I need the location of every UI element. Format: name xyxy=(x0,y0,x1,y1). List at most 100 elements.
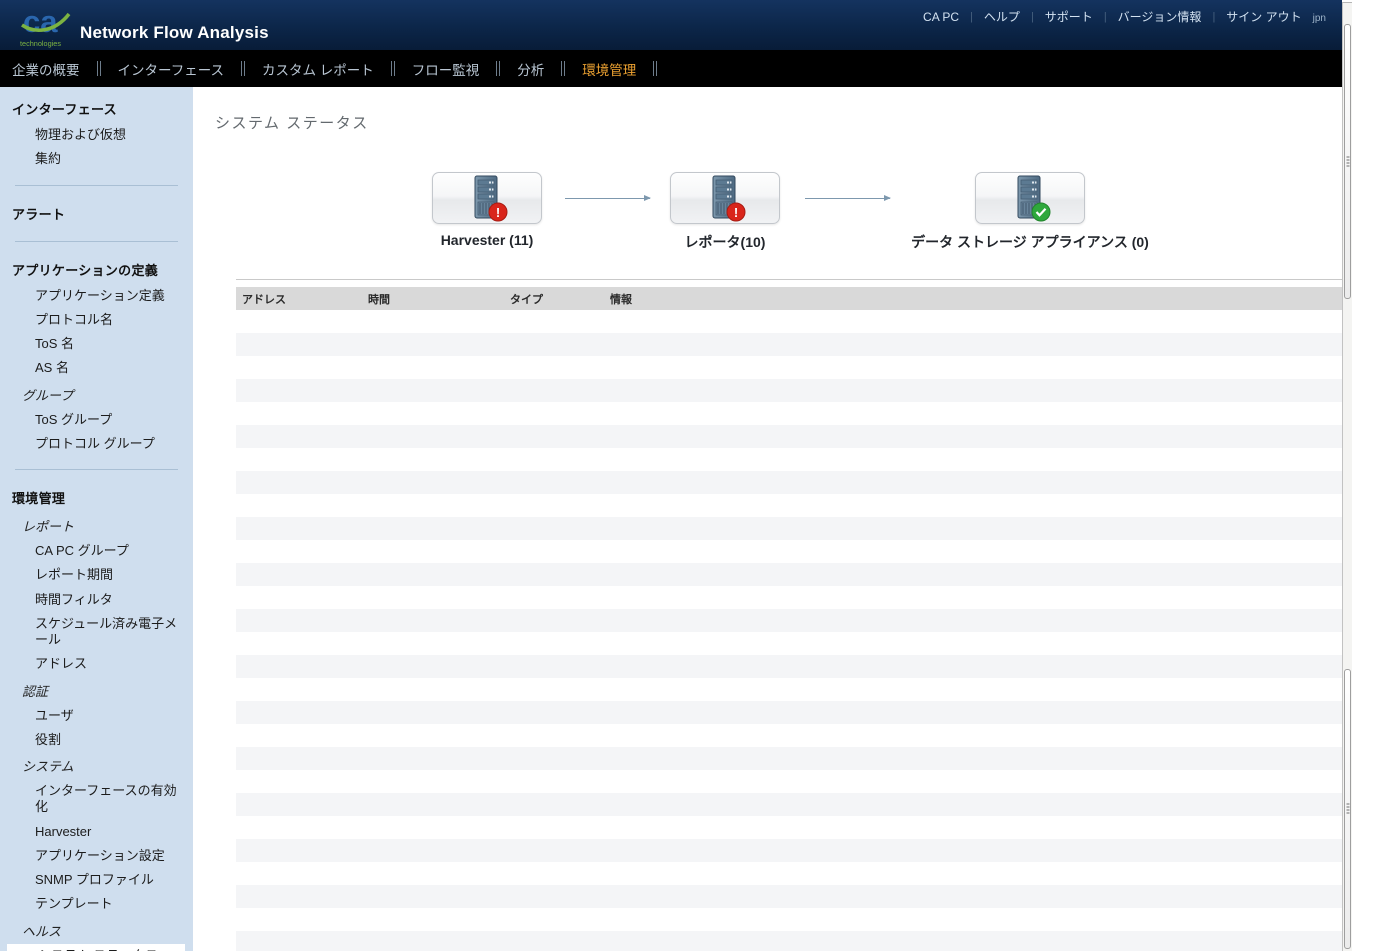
sidebar-divider xyxy=(15,240,178,242)
sidebar-item-役割[interactable]: 役割 xyxy=(0,728,193,752)
table-row xyxy=(236,517,1342,540)
sidebar-item-システム ステータス[interactable]: システム ステータス xyxy=(7,943,185,951)
header-link-4[interactable]: バージョン情報 xyxy=(1118,8,1202,25)
sidebar-item-アプリケーション設定[interactable]: アプリケーション設定 xyxy=(0,844,193,868)
sidebar-item-アドレス[interactable]: アドレス xyxy=(0,652,193,676)
diagram-node-card[interactable]: ! xyxy=(432,172,542,224)
header-link-separator: | xyxy=(1030,10,1034,23)
svg-text:!: ! xyxy=(496,205,500,220)
tab-separator-icon xyxy=(96,61,101,76)
locale-label: jpn xyxy=(1312,13,1326,24)
sidebar-item-アプリケーション定義[interactable]: アプリケーション定義 xyxy=(0,284,193,308)
column-header-時間[interactable]: 時間 xyxy=(362,291,504,307)
sidebar-item-CA PC グループ[interactable]: CA PC グループ xyxy=(0,539,193,563)
table-row xyxy=(236,655,1342,678)
sidebar-item-インターフェース: インターフェース xyxy=(12,102,117,117)
table-row xyxy=(236,724,1342,747)
column-header-情報[interactable]: 情報 xyxy=(604,291,1342,307)
sidebar-item-ToS グループ[interactable]: ToS グループ xyxy=(0,408,193,432)
column-header-タイプ[interactable]: タイプ xyxy=(504,291,604,307)
tab-フロー監視[interactable]: フロー監視 xyxy=(412,59,480,79)
sidebar-item-プロトコル名[interactable]: プロトコル名 xyxy=(0,308,193,332)
app-title: Network Flow Analysis xyxy=(80,23,269,42)
table-row xyxy=(236,494,1342,517)
header-link-separator: | xyxy=(970,10,973,23)
sidebar-item-アプリケーションの定義: アプリケーションの定義 xyxy=(12,262,159,278)
diagram-node-3: ! データ ストレージ アプライアンス (0) xyxy=(911,172,1149,250)
page-title: システム ステータス xyxy=(215,115,369,132)
sidebar-item-ユーザ[interactable]: ユーザ xyxy=(0,704,193,728)
table-row xyxy=(236,862,1342,885)
header-links: CA PC | ヘルプ | サポート | バージョン情報 | サイン アウト jpn xyxy=(923,8,1326,25)
sidebar-item-SNMP プロファイル[interactable]: SNMP プロファイル xyxy=(0,868,193,892)
table-row xyxy=(236,839,1342,862)
error-badge-icon: ! xyxy=(726,202,746,222)
table-top-divider xyxy=(236,279,1342,280)
column-header-アドレス[interactable]: アドレス xyxy=(236,291,362,307)
table-row xyxy=(236,471,1342,494)
table-row xyxy=(236,356,1342,379)
diagram-node-card[interactable]: ! xyxy=(670,172,780,224)
scrollbar-thumb-top[interactable] xyxy=(1344,24,1351,299)
diagram-node-label: Harvester (11) xyxy=(440,232,534,248)
sidebar-divider xyxy=(15,469,178,470)
tab-分析[interactable]: 分析 xyxy=(517,59,544,79)
table-row xyxy=(236,379,1342,402)
server-icon: ! xyxy=(474,175,508,222)
table-row xyxy=(236,931,1342,951)
server-icon: ! xyxy=(1017,175,1051,222)
page: ca technologies Network Flow Analysis CA… xyxy=(0,0,1395,951)
sidebar-item-インターフェースの有効化[interactable]: インターフェースの有効化 xyxy=(0,779,193,820)
table-row xyxy=(236,701,1342,724)
vertical-scrollbar[interactable] xyxy=(1342,2,1352,951)
sidebar-item-集約[interactable]: 集約 xyxy=(0,147,193,171)
sidebar-item-環境管理: 環境管理 xyxy=(12,491,66,506)
svg-text:!: ! xyxy=(734,205,738,220)
sidebar-item-AS 名[interactable]: AS 名 xyxy=(0,356,193,380)
diagram-node-card[interactable]: ! xyxy=(975,172,1085,224)
server-icon: ! xyxy=(712,175,746,222)
sidebar: インターフェース物理および仮想 集約アラートアプリケーションの定義アプリケーション… xyxy=(0,87,193,951)
ca-technologies-logo-icon[interactable]: ca technologies xyxy=(18,3,72,49)
table-row xyxy=(236,632,1342,655)
sidebar-item-システム: システム xyxy=(22,759,74,774)
diagram-node-label: レポータ(10) xyxy=(684,234,766,250)
sidebar-item-プロトコル グループ[interactable]: プロトコル グループ xyxy=(0,432,193,456)
sidebar-item-Harvester[interactable]: Harvester xyxy=(0,820,193,844)
table-row xyxy=(236,310,1342,333)
table-row xyxy=(236,747,1342,770)
tab-企業の概要[interactable]: 企業の概要 xyxy=(12,59,80,79)
scrollbar-grip-icon xyxy=(1346,156,1349,167)
tab-カスタム レポート[interactable]: カスタム レポート xyxy=(262,59,374,79)
sidebar-item-label: システム ステータス xyxy=(38,948,158,951)
sidebar-item-時間フィルタ[interactable]: 時間フィルタ xyxy=(0,588,193,612)
header-link-2[interactable]: ヘルプ xyxy=(984,8,1020,25)
table-body xyxy=(236,310,1342,951)
table-row xyxy=(236,402,1342,425)
sidebar-item-グループ: グループ xyxy=(22,387,74,403)
sidebar-item-物理および仮想[interactable]: 物理および仮想 xyxy=(0,123,193,147)
header-link-5[interactable]: サイン アウト xyxy=(1226,8,1301,25)
main-nav-bar: 企業の概要 インターフェース カスタム レポート フロー監視 分析 環境管理 xyxy=(0,50,1342,87)
sidebar-item-レポート期間[interactable]: レポート期間 xyxy=(0,563,193,587)
header-link-1[interactable]: CA PC xyxy=(923,10,959,24)
scrollbar-thumb-bottom[interactable] xyxy=(1344,669,1351,949)
sidebar-item-テンプレート[interactable]: テンプレート xyxy=(0,892,193,916)
tab-separator-icon xyxy=(653,61,658,76)
table-row xyxy=(236,563,1342,586)
sidebar-item-認証: 認証 xyxy=(22,683,49,699)
diagram-node-1: ! Harvester (11) xyxy=(432,172,542,248)
tab-separator-icon xyxy=(561,61,566,76)
table-row xyxy=(236,908,1342,931)
tab-インターフェース[interactable]: インターフェース xyxy=(118,59,225,79)
scrollbar-grip-icon xyxy=(1346,803,1349,815)
sidebar-item-アラート: アラート xyxy=(12,206,66,222)
selected-arrow-icon xyxy=(19,948,32,951)
sidebar-item-スケジュール済み電子メール[interactable]: スケジュール済み電子メール xyxy=(0,612,193,653)
tab-separator-icon xyxy=(390,61,395,76)
sidebar-item-ToS 名[interactable]: ToS 名 xyxy=(0,332,193,356)
diagram-node-2: ! レポータ(10) xyxy=(670,172,780,250)
header-link-3[interactable]: サポート xyxy=(1045,8,1093,25)
table-row xyxy=(236,540,1342,563)
tab-環境管理[interactable]: 環境管理 xyxy=(582,59,636,79)
